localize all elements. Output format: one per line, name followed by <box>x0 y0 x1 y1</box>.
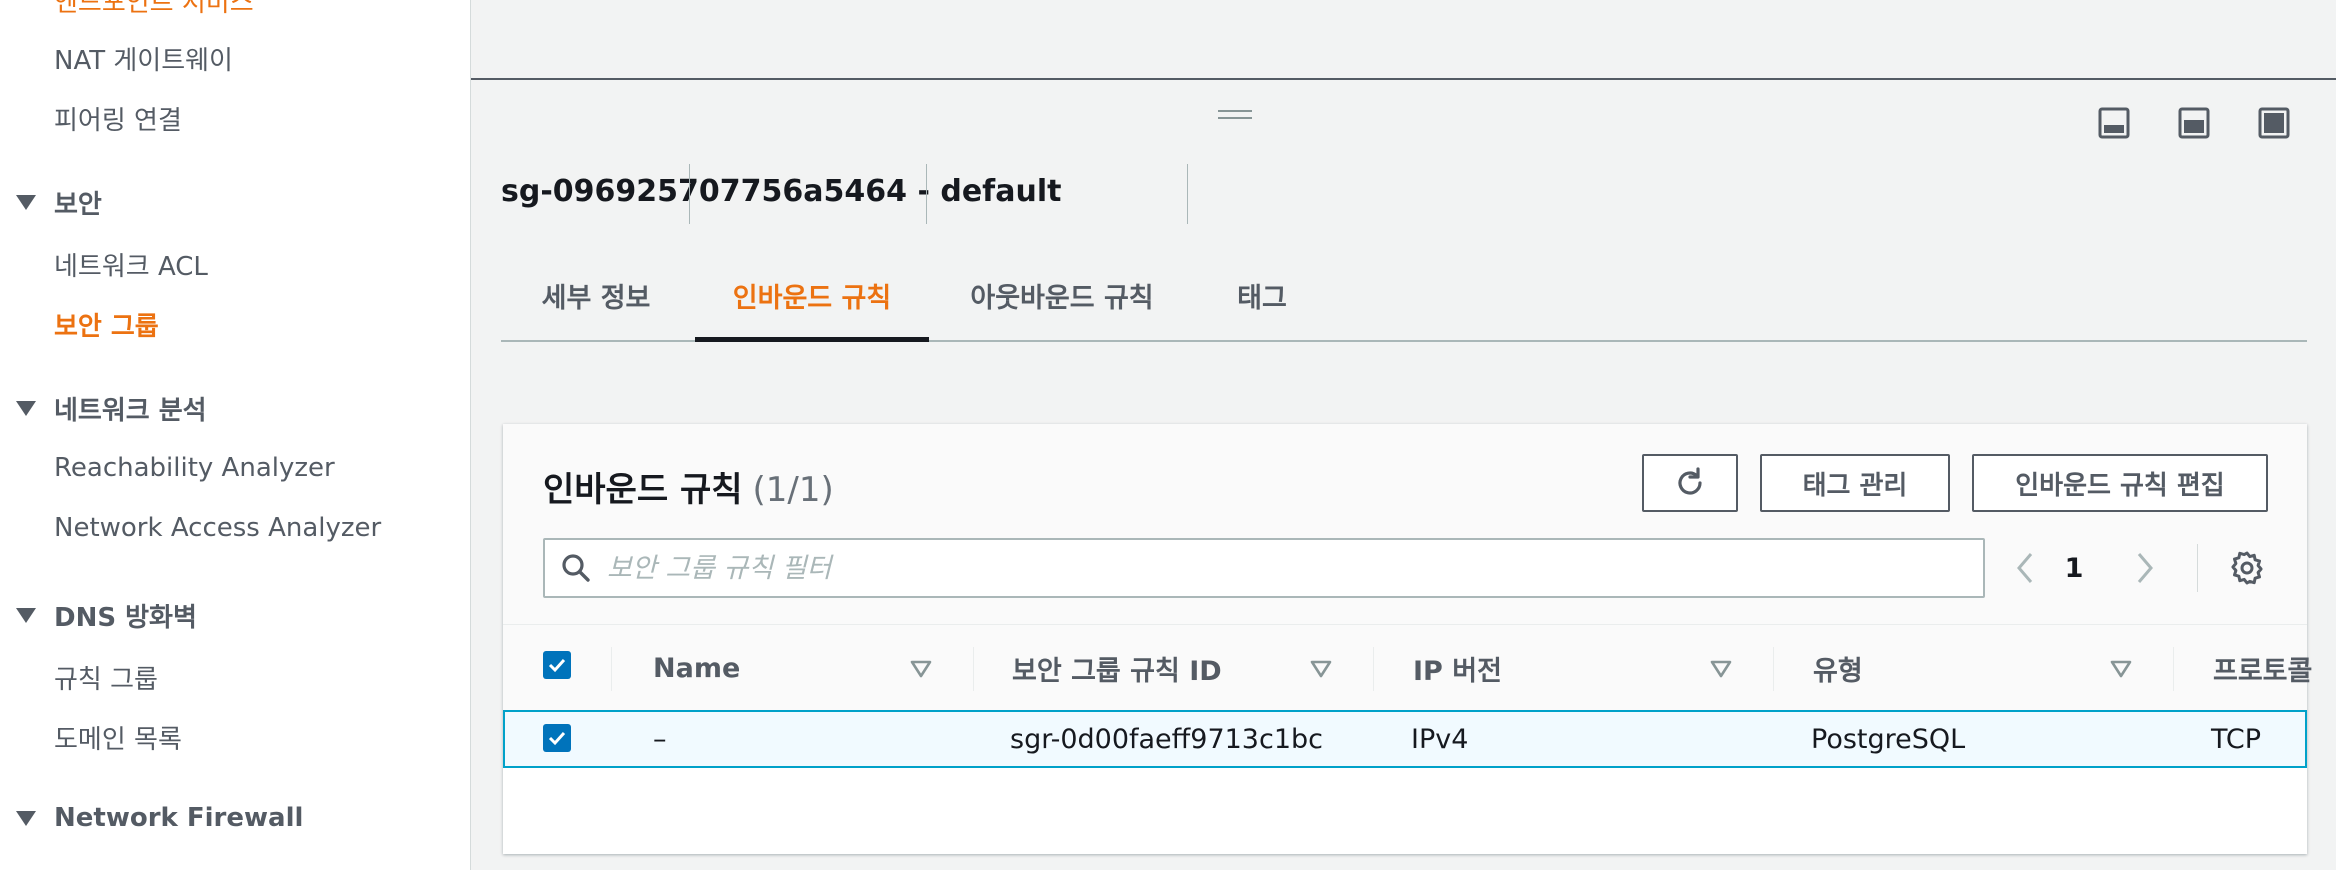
nav-endpoint-services[interactable]: 엔드포인트 서비스 <box>54 0 254 19</box>
search-icon <box>562 554 590 582</box>
column-header-type[interactable]: 유형 <box>1813 625 1863 711</box>
caret-down-icon <box>16 401 36 416</box>
nav-reachability-analyzer[interactable]: Reachability Analyzer <box>54 453 335 483</box>
checkmark-icon <box>548 658 566 673</box>
column-header-rule-id[interactable]: 보안 그룹 규칙 ID <box>1012 625 1222 711</box>
tab-divider <box>1187 164 1188 224</box>
table-settings <box>2229 538 2265 598</box>
column-header-name[interactable]: Name <box>653 625 740 711</box>
checkmark-icon <box>548 731 566 746</box>
nav-section-network-analysis[interactable]: 네트워크 분석 <box>16 390 207 427</box>
sort-icon[interactable] <box>1709 657 1733 681</box>
nav-peering-connections[interactable]: 피어링 연결 <box>54 100 182 137</box>
panel-position-full-icon[interactable] <box>2257 106 2291 140</box>
column-divider <box>2173 647 2174 691</box>
panel-position-side-icon[interactable] <box>2177 106 2211 140</box>
tab-divider <box>926 164 927 224</box>
container-title: 인바운드 규칙 (1/1) <box>543 462 834 511</box>
page-number[interactable]: 1 <box>2065 553 2084 584</box>
nav-domain-lists[interactable]: 도메인 목록 <box>54 719 182 756</box>
column-header-protocol[interactable]: 프로토콜 <box>2213 625 2312 711</box>
nav-network-acl[interactable]: 네트워크 ACL <box>54 246 208 283</box>
pagination-next <box>2133 538 2157 598</box>
column-divider <box>973 647 974 691</box>
table-header: Name 보안 그룹 규칙 ID IP 버전 유형 프로토콜 <box>503 624 2312 712</box>
nav-security-groups[interactable]: 보안 그룹 <box>54 306 159 343</box>
caret-down-icon <box>16 810 36 826</box>
rules-count: (1/1) <box>752 470 834 510</box>
edit-inbound-rules-button[interactable]: 인바운드 규칙 편집 <box>1972 454 2268 512</box>
refresh-icon <box>1678 467 1702 495</box>
rule-filter-input[interactable] <box>605 551 1983 585</box>
nav-section-label: 네트워크 분석 <box>54 396 207 426</box>
nav-nat-gateway[interactable]: NAT 게이트웨이 <box>54 40 233 77</box>
container-header: 인바운드 규칙 (1/1) 태그 관리 인바운드 규칙 편집 보안 그룹 규칙 … <box>503 424 2307 624</box>
column-divider <box>1373 647 1374 691</box>
inbound-rules-container: 인바운드 규칙 (1/1) 태그 관리 인바운드 규칙 편집 보안 그룹 규칙 … <box>503 424 2312 854</box>
gear-icon[interactable] <box>2229 550 2265 586</box>
chevron-left-icon[interactable] <box>2013 550 2037 586</box>
column-divider <box>611 647 612 691</box>
tab-outbound-rules[interactable]: 아웃바운드 규칙 <box>931 250 1193 340</box>
panel-position-bottom-icon[interactable] <box>2097 106 2131 140</box>
sort-icon[interactable] <box>909 657 933 681</box>
row-checkbox[interactable] <box>543 724 571 752</box>
tab-inbound-rules[interactable]: 인바운드 규칙 <box>695 250 929 342</box>
resource-list-area <box>471 0 2336 80</box>
nav-section-label: Network Firewall <box>54 803 304 833</box>
caret-down-icon <box>16 608 36 623</box>
pagination-divider <box>2197 544 2198 592</box>
security-group-title: sg-096925707756a5464 - default <box>501 174 1062 209</box>
nav-section-security[interactable]: 보안 <box>16 184 102 221</box>
pagination-page-wrapper: 1 <box>2054 538 2094 598</box>
sidebar: 엔드포인트 서비스 NAT 게이트웨이 피어링 연결 보안 네트워크 ACL 보… <box>0 0 471 870</box>
table-row[interactable]: – sgr-0d00faeff9713c1bc IPv4 PostgreSQL … <box>503 710 2307 768</box>
refresh-button[interactable] <box>1642 454 1738 512</box>
chevron-right-icon[interactable] <box>2133 550 2157 586</box>
manage-tags-button[interactable]: 태그 관리 <box>1760 454 1950 512</box>
nav-section-label: 보안 <box>54 190 102 220</box>
nav-rule-groups[interactable]: 규칙 그룹 <box>54 659 158 696</box>
pagination <box>2013 538 2037 598</box>
sort-icon[interactable] <box>1309 657 1333 681</box>
caret-down-icon <box>16 195 36 210</box>
tab-divider <box>689 164 690 224</box>
rules-title: 인바운드 규칙 <box>543 470 743 510</box>
cell-name: – <box>653 723 667 755</box>
sort-icon[interactable] <box>2109 657 2133 681</box>
nav-section-network-firewall[interactable]: Network Firewall <box>16 803 303 833</box>
select-all-checkbox[interactable] <box>543 651 571 679</box>
nav-section-label: DNS 방화벽 <box>54 603 197 633</box>
nav-section-dns-firewall[interactable]: DNS 방화벽 <box>16 597 197 634</box>
tab-tags[interactable]: 태그 <box>1195 250 1329 340</box>
cell-rule-id: sgr-0d00faeff9713c1bc <box>1010 723 1323 755</box>
cell-protocol: TCP <box>2211 723 2262 755</box>
nav-network-access-analyzer[interactable]: Network Access Analyzer <box>54 513 381 543</box>
column-divider <box>1773 647 1774 691</box>
split-panel-resize-handle[interactable] <box>1218 110 1252 119</box>
column-header-ip-version[interactable]: IP 버전 <box>1413 625 1502 711</box>
split-panel: sg-096925707756a5464 - default 세부 정보 인바운… <box>471 80 2336 870</box>
detail-tabs: 세부 정보 인바운드 규칙 아웃바운드 규칙 태그 <box>501 250 2307 342</box>
cell-ip-version: IPv4 <box>1411 723 1469 755</box>
tab-details[interactable]: 세부 정보 <box>501 250 691 340</box>
rule-filter-search <box>543 538 1985 598</box>
cell-type: PostgreSQL <box>1811 723 1966 755</box>
